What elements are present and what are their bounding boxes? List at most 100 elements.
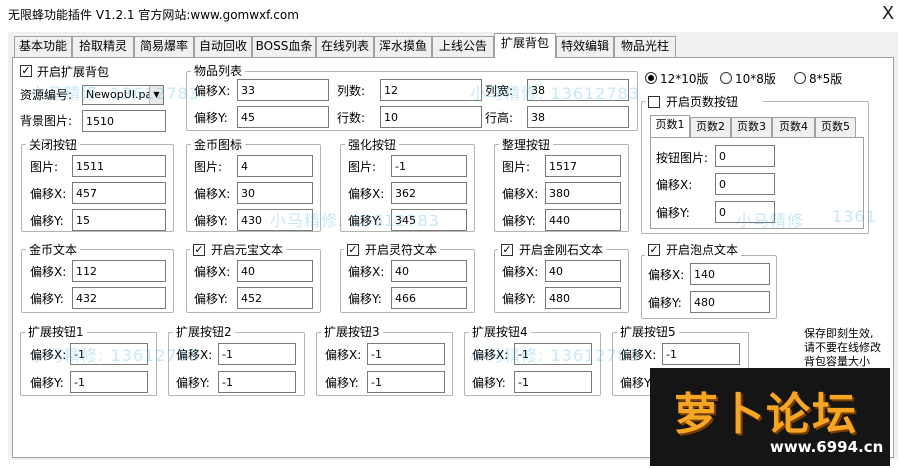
gold-icon-offx-input[interactable] [237,182,313,204]
strengthen-button-offx-label: 偏移X: [348,187,385,201]
yuanbao-offy-input[interactable] [237,287,313,309]
ext-button-4-offx-input[interactable] [514,343,592,365]
ext-button-5-offy-label: 偏移Y: [620,376,654,390]
yuanbao-offx-input[interactable] [237,260,313,282]
resource-label: 资源编号: [20,88,73,102]
tab-login-notice[interactable]: 上线公告 [432,36,494,57]
gold-icon-offx-label: 偏移X: [194,187,231,201]
close-button-offy-input[interactable] [72,209,166,231]
ext-button-2-offx-input[interactable] [218,343,296,365]
tab-extended-bag[interactable]: 扩展背包 [494,33,556,58]
ext-button-1-legend: 扩展按钮1 [25,325,87,339]
page-button-img-label: 按钮图片: [656,151,709,165]
enable-diamond-checkbox[interactable]: ✓ [501,244,513,256]
diamond-offx-input[interactable] [545,260,621,282]
gold-icon-offy-input[interactable] [237,209,313,231]
close-button-img-input[interactable] [72,155,166,177]
ext-button-3-offy-input[interactable] [367,371,445,393]
ext-button-2-offy-input[interactable] [218,371,296,393]
enable-bubble-checkbox[interactable]: ✓ [648,244,660,256]
tab-basic[interactable]: 基本功能 [14,36,72,57]
lingfu-offx-input[interactable] [391,260,467,282]
tab-online-list[interactable]: 在线列表 [316,36,374,57]
strengthen-button-offx-input[interactable] [391,182,467,204]
ext-button-3-offx-label: 偏移X: [325,348,362,362]
tab-effects[interactable]: 特效编辑 [556,36,614,57]
sort-button-offy-input[interactable] [545,209,621,231]
sort-button-offx-label: 偏移X: [502,187,539,201]
diamond-offy-input[interactable] [545,287,621,309]
ext-button-4-offx-label: 偏移X: [472,348,509,362]
bubble-offy-input[interactable] [690,291,770,313]
bg-image-label: 背景图片: [20,114,73,128]
layout-radio-12x10[interactable] [645,72,657,84]
lingfu-offy-label: 偏移Y: [348,292,382,306]
layout-radio-8x5[interactable] [794,72,806,84]
ext-button-5-offx-input[interactable] [662,343,740,365]
window-title: 无限蜂功能插件 V1.2.1 官方网站:www.gomwxf.com [8,8,299,22]
strengthen-button-offy-input[interactable] [391,209,467,231]
ext-button-3-offx-input[interactable] [367,343,445,365]
tab-page-5[interactable]: 页数5 [815,117,856,137]
item-list-cols-input[interactable] [380,79,482,101]
tab-droprate[interactable]: 简易爆率 [134,36,194,57]
sort-button-offx-input[interactable] [545,182,621,204]
resource-select[interactable]: NewopUI.pak ▼ [82,85,164,105]
close-window-button[interactable]: X [876,2,900,26]
page-button-offy-input[interactable] [715,201,775,223]
diamond-text-label: 开启金刚石文本 [519,243,604,257]
strengthen-button-offy-label: 偏移Y: [348,214,382,228]
lingfu-offy-input[interactable] [391,287,467,309]
bubble-offx-input[interactable] [690,263,770,285]
tab-item-beam[interactable]: 物品光柱 [614,36,676,57]
bubble-offy-label: 偏移Y: [648,296,682,310]
item-list-rowh-input[interactable] [527,106,629,128]
radio-dot [648,75,654,81]
lingfu-text-legend: ✓ 开启灵符文本 [344,243,441,257]
item-list-cols-label: 列数: [337,84,366,98]
ext-button-1-offx-input[interactable] [70,343,148,365]
enable-lingfu-checkbox[interactable]: ✓ [347,244,359,256]
tab-page-2[interactable]: 页数2 [690,117,731,137]
enable-yuanbao-checkbox[interactable]: ✓ [193,244,205,256]
gold-text-offy-input[interactable] [72,287,166,309]
item-list-offy-input[interactable] [237,106,329,128]
tab-pickup[interactable]: 拾取精灵 [72,36,134,57]
ext-button-2-legend: 扩展按钮2 [173,325,235,339]
yuanbao-offx-label: 偏移X: [194,265,231,279]
tab-fishing[interactable]: 浑水摸鱼 [374,36,432,57]
item-list-colw-input[interactable] [527,79,629,101]
item-list-offx-input[interactable] [237,79,329,101]
sort-button-offy-label: 偏移Y: [502,214,536,228]
layout-radio-10x8[interactable] [720,72,732,84]
bg-image-input[interactable] [82,110,166,132]
page-button-img-input[interactable] [715,145,775,167]
tab-page-1[interactable]: 页数1 [650,115,690,137]
ext-button-1-offy-input[interactable] [70,371,148,393]
item-list-rowh-label: 行高: [485,111,514,125]
sort-button-img-input[interactable] [545,155,621,177]
tab-page-3[interactable]: 页数3 [731,117,772,137]
gold-icon-img-input[interactable] [237,155,313,177]
sort-button-img-label: 图片: [502,160,531,174]
tab-boss-hp[interactable]: BOSS血条 [252,36,316,57]
bubble-text-label: 开启泡点文本 [666,243,739,257]
diamond-offy-label: 偏移Y: [502,292,536,306]
page-button-offx-input[interactable] [715,173,775,195]
ext-button-4-offy-input[interactable] [514,371,592,393]
tab-recycle[interactable]: 自动回收 [194,36,252,57]
enable-page-buttons-checkbox[interactable] [648,96,660,108]
page-tab-strip: 页数1 页数2 页数3 页数4 页数5 [650,115,862,139]
close-button-offx-input[interactable] [72,182,166,204]
enable-bag-label: 开启扩展背包 [37,65,110,79]
enable-bag-checkbox[interactable]: ✓ [20,65,32,77]
item-list-rows-input[interactable] [380,106,482,128]
page-button-offy-label: 偏移Y: [656,206,690,220]
forum-logo: 萝卜论坛 www.6994.cn [650,368,890,466]
item-list-rows-label: 行数: [337,111,366,125]
strengthen-button-img-input[interactable] [391,155,467,177]
gold-text-offx-input[interactable] [72,260,166,282]
close-button-offx-label: 偏移X: [30,187,67,201]
tab-page-4[interactable]: 页数4 [772,117,815,137]
gold-text-legend: 金币文本 [26,243,81,257]
